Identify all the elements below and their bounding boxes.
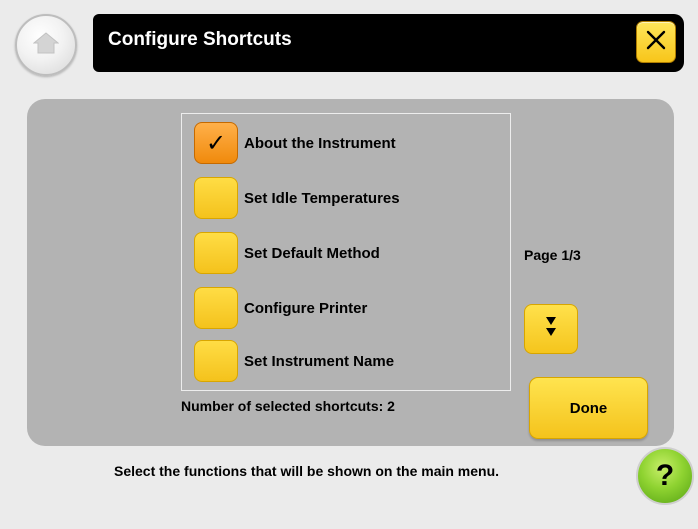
page-title: Configure Shortcuts	[108, 29, 292, 50]
shortcut-label: Set Instrument Name	[244, 352, 395, 370]
shortcut-label: Set Idle Temperatures	[244, 189, 400, 207]
shortcut-item-idle-temperatures[interactable]: Set Idle Temperatures	[194, 176, 494, 220]
shortcut-item-about-instrument[interactable]: ✓ About the Instrument	[194, 121, 494, 165]
home-icon	[32, 31, 60, 59]
done-button[interactable]: Done	[529, 377, 648, 439]
shortcut-list: ✓ About the Instrument Set Idle Temperat…	[181, 113, 511, 391]
title-bar: Configure Shortcuts	[93, 14, 684, 72]
help-icon: ?	[655, 459, 675, 492]
shortcut-checkbox[interactable]	[194, 177, 238, 219]
shortcut-checkbox[interactable]	[194, 287, 238, 329]
shortcut-checkbox[interactable]	[194, 232, 238, 274]
shortcut-item-configure-printer[interactable]: Configure Printer	[194, 286, 494, 330]
page-indicator: Page 1/3	[524, 247, 581, 263]
close-icon	[645, 29, 667, 56]
shortcut-label: Set Default Method	[244, 244, 380, 262]
close-button[interactable]	[636, 21, 676, 63]
shortcut-label: Configure Printer	[244, 299, 368, 317]
status-message: Select the functions that will be shown …	[114, 463, 500, 479]
shortcut-label: About the Instrument	[244, 134, 396, 152]
shortcut-item-instrument-name[interactable]: Set Instrument Name	[194, 339, 494, 383]
help-button[interactable]: ?	[636, 447, 694, 505]
selected-count: Number of selected shortcuts: 2	[181, 398, 395, 414]
page-down-button[interactable]	[524, 304, 578, 354]
shortcut-item-default-method[interactable]: Set Default Method	[194, 231, 494, 275]
shortcut-checkbox[interactable]	[194, 340, 238, 382]
page-down-icon	[544, 315, 558, 344]
check-icon: ✓	[205, 129, 227, 157]
shortcut-checkbox[interactable]: ✓	[194, 122, 238, 164]
home-button[interactable]	[15, 14, 77, 76]
